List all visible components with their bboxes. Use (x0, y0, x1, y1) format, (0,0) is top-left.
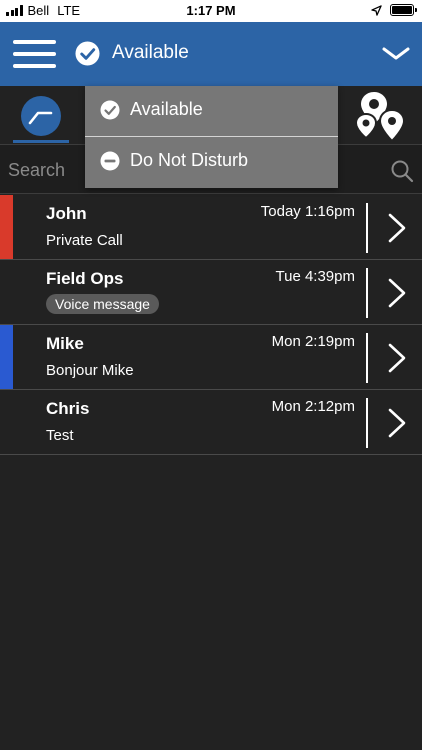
conversation-time: Tue 4:39pm (275, 268, 356, 285)
list-item[interactable]: John Today 1:16pm Private Call (0, 195, 422, 260)
conversation-time: Mon 2:12pm (271, 398, 355, 415)
conversation-preview: Private Call (46, 232, 123, 249)
conversation-preview: Test (46, 427, 74, 444)
location-arrow-icon (371, 4, 382, 16)
chevron-right-icon[interactable] (387, 342, 407, 374)
priority-stripe (0, 325, 13, 389)
priority-stripe (0, 195, 13, 259)
list-item[interactable]: Field Ops Tue 4:39pm Voice message (0, 260, 422, 325)
menu-item-label: Do Not Disturb (130, 150, 249, 170)
conversation-time: Mon 2:19pm (271, 333, 355, 350)
chevron-right-icon[interactable] (387, 212, 407, 244)
row-divider (366, 333, 368, 383)
list-item[interactable]: Mike Mon 2:19pm Bonjour Mike (0, 325, 422, 390)
app-header: Available (0, 22, 422, 86)
chevron-down-icon[interactable] (382, 46, 410, 62)
conversation-name: John (46, 204, 87, 223)
status-dropdown-menu: Available Do Not Disturb (85, 86, 338, 188)
conversation-name: Chris (46, 399, 90, 418)
hamburger-icon[interactable] (13, 40, 56, 68)
clock: 1:17 PM (186, 3, 236, 18)
row-divider (366, 398, 368, 448)
conversation-preview: Bonjour Mike (46, 362, 134, 379)
check-circle-icon[interactable] (75, 41, 100, 66)
tab-conversations[interactable] (21, 96, 61, 136)
active-tab-indicator (13, 140, 69, 143)
conversation-time: Today 1:16pm (260, 203, 355, 220)
status-bar: Bell LTE 1:17 PM (0, 0, 422, 22)
menu-item-available[interactable]: Available (85, 86, 338, 136)
map-pins-icon[interactable] (354, 88, 408, 142)
conversation-list: John Today 1:16pm Private Call Field Ops… (0, 195, 422, 455)
battery-icon (390, 4, 417, 16)
menu-item-do-not-disturb[interactable]: Do Not Disturb (85, 137, 338, 187)
row-divider (366, 203, 368, 253)
line-graph-icon (28, 111, 53, 125)
menu-item-label: Available (130, 99, 203, 119)
minus-circle-icon (100, 151, 120, 171)
check-circle-icon (100, 100, 120, 120)
voice-message-badge: Voice message (46, 294, 159, 314)
status-selector-label[interactable]: Available (112, 42, 189, 64)
chevron-right-icon[interactable] (387, 277, 407, 309)
chevron-right-icon[interactable] (387, 407, 407, 439)
search-icon[interactable] (390, 159, 414, 183)
conversation-name: Mike (46, 334, 84, 353)
conversation-name: Field Ops (46, 269, 124, 288)
list-item[interactable]: Chris Mon 2:12pm Test (0, 390, 422, 455)
row-divider (366, 268, 368, 318)
